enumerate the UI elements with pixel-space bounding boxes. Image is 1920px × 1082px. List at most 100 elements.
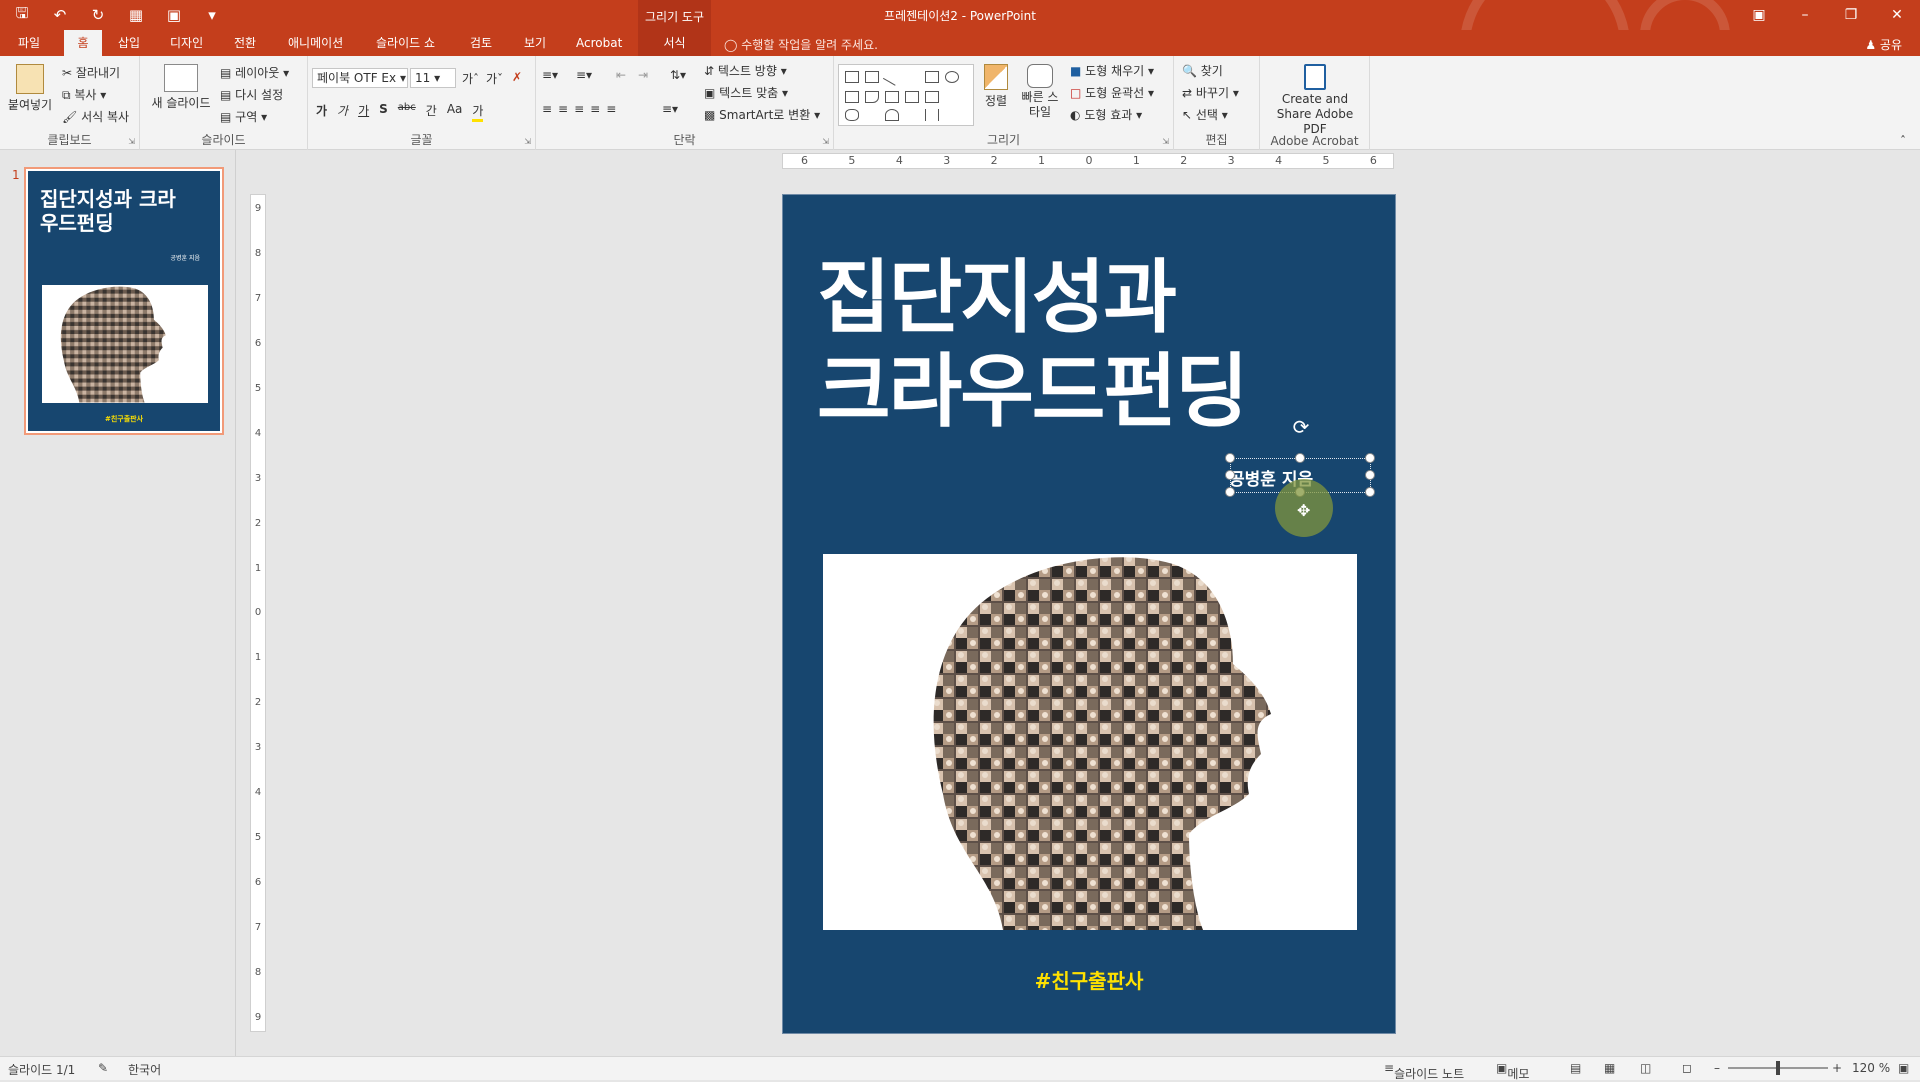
strike-button[interactable]: abc <box>398 102 416 122</box>
decrease-indent-icon[interactable]: ⇤ <box>616 68 626 82</box>
paste-button[interactable]: 붙여넣기 <box>4 64 56 113</box>
slide-title[interactable]: 집단지성과 크라우드펀딩 <box>817 251 1249 439</box>
resize-handle[interactable] <box>1365 470 1375 480</box>
font-color-button[interactable]: 가 <box>472 102 484 122</box>
shapes-gallery[interactable] <box>838 64 974 126</box>
launcher-icon[interactable]: ⇲ <box>822 137 829 146</box>
shape-item[interactable] <box>865 91 879 103</box>
slide-canvas[interactable]: 집단지성과 크라우드펀딩 공병훈 지음 ⟳ ✥ #친구출판사 <box>782 194 1396 1034</box>
reading-view-icon[interactable]: ◫ <box>1640 1061 1651 1075</box>
slideshow-icon[interactable]: ◻ <box>1682 1061 1692 1075</box>
cut-button[interactable]: ✂ 잘라내기 <box>62 64 120 81</box>
tab-file[interactable]: 파일 <box>10 30 48 56</box>
clear-format-icon[interactable]: ✗ <box>512 70 522 84</box>
tab-transitions[interactable]: 전환 <box>226 30 264 56</box>
shadow-button[interactable]: S <box>379 102 388 122</box>
tab-review[interactable]: 검토 <box>462 30 500 56</box>
shape-item[interactable] <box>925 71 939 83</box>
copy-button[interactable]: ⧉ 복사 ▾ <box>62 86 106 103</box>
tell-me-search[interactable]: ◯ 수행할 작업을 알려 주세요. <box>724 36 878 53</box>
replace-button[interactable]: ⇄ 바꾸기 ▾ <box>1182 84 1239 101</box>
tab-acrobat[interactable]: Acrobat <box>568 30 630 56</box>
find-button[interactable]: 🔍 찾기 <box>1182 62 1223 79</box>
slide-sorter-icon[interactable]: ▦ <box>1604 1061 1615 1075</box>
numbering-icon[interactable]: ≡▾ <box>576 68 592 82</box>
publisher-text[interactable]: #친구출판사 <box>783 965 1395 994</box>
text-direction-button[interactable]: ⇵ 텍스트 방향 ▾ <box>704 62 787 79</box>
zoom-slider-thumb[interactable] <box>1776 1061 1780 1075</box>
grow-font-button[interactable]: 가ˆ <box>462 70 479 87</box>
format-painter-button[interactable]: 🖌 서식 복사 <box>62 108 129 125</box>
launcher-icon[interactable]: ⇲ <box>1162 137 1169 146</box>
ribbon-display-icon[interactable]: ▣ <box>1736 0 1782 30</box>
resize-handle[interactable] <box>1365 453 1375 463</box>
font-size-select[interactable]: 11 ▾ <box>410 68 456 88</box>
restore-icon[interactable]: ❐ <box>1828 0 1874 30</box>
tab-home[interactable]: 홈 <box>64 30 102 56</box>
font-name-select[interactable]: 페이북 OTF Ex ▾ <box>312 68 408 88</box>
zoom-level[interactable]: 120 % <box>1852 1061 1890 1075</box>
spellcheck-icon[interactable]: ✎ <box>98 1061 108 1075</box>
layout-button[interactable]: ▤ 레이아웃 ▾ <box>220 64 289 81</box>
resize-handle[interactable] <box>1295 453 1305 463</box>
line-spacing-icon[interactable]: ⇅▾ <box>670 68 686 82</box>
zoom-in-icon[interactable]: + <box>1832 1061 1842 1075</box>
quick-styles-button[interactable]: 빠른 스타일 <box>1020 64 1060 120</box>
rotate-handle-icon[interactable]: ⟳ <box>1291 417 1311 437</box>
italic-button[interactable]: 가 <box>337 102 348 122</box>
align-text-button[interactable]: ▣ 텍스트 맞춤 ▾ <box>704 84 788 101</box>
shape-item[interactable] <box>905 91 919 103</box>
change-case-button[interactable]: Aa <box>447 102 463 122</box>
arrange-button[interactable]: 정렬 <box>978 64 1014 109</box>
shape-effects-button[interactable]: ◐ 도형 효과 ▾ <box>1070 106 1142 123</box>
shape-fill-button[interactable]: ■ 도형 채우기 ▾ <box>1070 62 1154 79</box>
align-icons[interactable]: ≡≡≡≡≡ <box>542 102 622 116</box>
tab-view[interactable]: 보기 <box>516 30 554 56</box>
comments-button[interactable]: ▣ 메모 <box>1496 1061 1529 1081</box>
resize-handle[interactable] <box>1225 453 1235 463</box>
spacing-button[interactable]: 간 <box>426 102 437 122</box>
zoom-out-icon[interactable]: – <box>1714 1061 1720 1075</box>
launcher-icon[interactable]: ⇲ <box>128 137 135 146</box>
resize-handle[interactable] <box>1365 487 1375 497</box>
tab-design[interactable]: 디자인 <box>162 30 211 56</box>
share-button[interactable]: ♟ 공유 <box>1865 36 1902 53</box>
shape-outline-button[interactable]: □ 도형 윤곽선 ▾ <box>1070 84 1154 101</box>
tab-slideshow[interactable]: 슬라이드 쇼 <box>368 30 443 56</box>
launcher-icon[interactable]: ⇲ <box>524 137 531 146</box>
shape-item[interactable] <box>925 109 939 121</box>
shape-item[interactable] <box>945 71 959 83</box>
increase-indent-icon[interactable]: ⇥ <box>638 68 648 82</box>
head-mosaic-picture[interactable] <box>823 554 1357 930</box>
resize-handle[interactable] <box>1225 470 1235 480</box>
shape-item[interactable] <box>865 71 879 83</box>
bold-button[interactable]: 가 <box>316 102 327 122</box>
fit-slide-icon[interactable]: ▣ <box>1898 1061 1909 1075</box>
resize-handle[interactable] <box>1225 487 1235 497</box>
tab-animations[interactable]: 애니메이션 <box>280 30 351 56</box>
new-slide-button[interactable]: 새 슬라이드 <box>146 64 216 111</box>
tab-format[interactable]: 서식 <box>638 30 711 56</box>
shape-item[interactable] <box>882 68 902 86</box>
shape-item[interactable] <box>885 91 899 103</box>
language-indicator[interactable]: 한국어 <box>128 1061 161 1078</box>
reset-button[interactable]: ▤ 다시 설정 <box>220 86 283 103</box>
shape-item[interactable] <box>845 71 859 83</box>
select-button[interactable]: ↖ 선택 ▾ <box>1182 106 1228 123</box>
collapse-ribbon-icon[interactable]: ˆ <box>1900 134 1906 148</box>
close-icon[interactable]: ✕ <box>1874 0 1920 30</box>
shape-item[interactable] <box>885 109 899 121</box>
underline-button[interactable]: 가 <box>358 102 369 122</box>
tab-insert[interactable]: 삽입 <box>110 30 148 56</box>
shape-item[interactable] <box>845 109 859 121</box>
columns-icon[interactable]: ≡▾ <box>662 102 678 116</box>
shape-item[interactable] <box>925 91 939 103</box>
create-share-pdf-button[interactable]: Create and Share Adobe PDF <box>1264 64 1366 137</box>
notes-button[interactable]: ≡ 슬라이드 노트 <box>1384 1061 1464 1081</box>
shrink-font-button[interactable]: 가ˇ <box>486 70 503 87</box>
shape-item[interactable] <box>845 91 859 103</box>
bullets-icon[interactable]: ≡▾ <box>542 68 558 82</box>
normal-view-icon[interactable]: ▤ <box>1570 1061 1581 1075</box>
minimize-icon[interactable]: – <box>1782 0 1828 30</box>
section-button[interactable]: ▤ 구역 ▾ <box>220 108 267 125</box>
